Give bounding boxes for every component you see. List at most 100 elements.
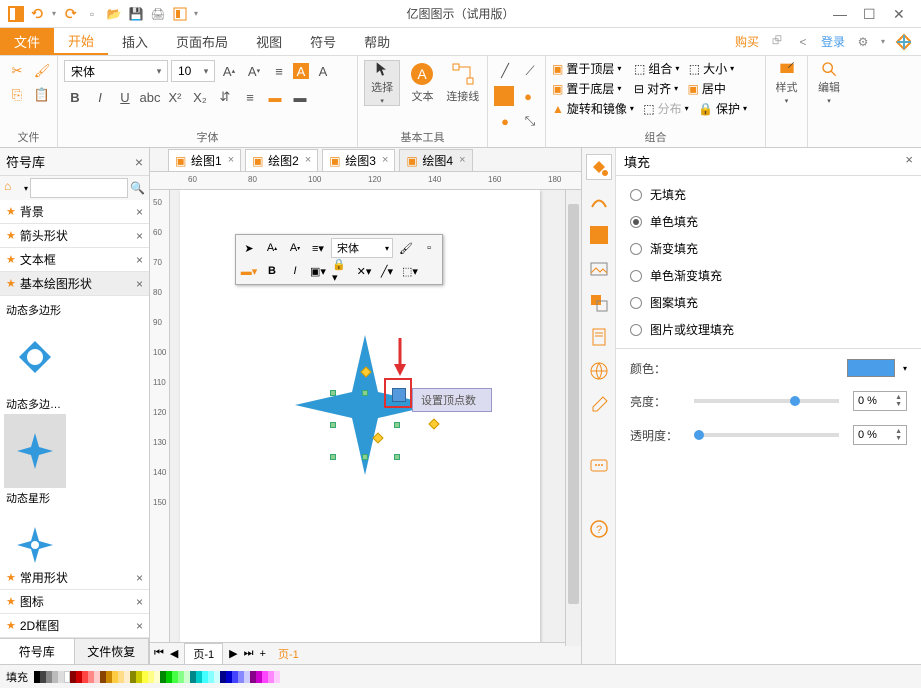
size-icon[interactable]: ⬚ [689, 62, 700, 76]
copy-icon[interactable]: ⎘ [6, 84, 28, 106]
open-icon[interactable]: 📂 [106, 6, 122, 22]
minimize-button[interactable]: — [833, 7, 847, 21]
select-tool[interactable]: 选择▾ [364, 60, 400, 106]
ft-lock-icon[interactable]: 🔒▾ [331, 261, 351, 281]
close-tab-icon[interactable]: × [228, 154, 234, 166]
ft-bg-icon[interactable]: ▫ [419, 238, 439, 258]
panel-close-icon[interactable]: × [135, 154, 143, 170]
doc-tab-1[interactable]: ▣绘图1× [168, 149, 241, 171]
menu-symbol[interactable]: 符号 [296, 28, 350, 55]
print-icon[interactable]: 🖨 [150, 6, 166, 22]
cat-textbox[interactable]: ★文本框× [0, 248, 149, 272]
shape-star4[interactable] [4, 414, 66, 488]
ft-line-icon[interactable]: ╱▾ [377, 261, 397, 281]
menu-view[interactable]: 视图 [242, 28, 296, 55]
ft-font-dropdown[interactable]: 宋体▾ [331, 238, 393, 258]
ellipse-icon[interactable]: ● [517, 85, 539, 107]
edit-button[interactable]: 编辑▾ [814, 60, 844, 106]
search-icon[interactable]: 🔍 [130, 181, 145, 195]
close-tab-icon[interactable]: × [382, 154, 388, 166]
color-palette[interactable] [34, 671, 280, 683]
redo-icon[interactable] [62, 6, 78, 22]
buy-link[interactable]: 购买 [735, 33, 759, 50]
highlight-icon[interactable]: A [293, 63, 309, 79]
cat-background[interactable]: ★背景× [0, 200, 149, 224]
font-color-icon[interactable]: A [312, 60, 334, 82]
bullets-icon[interactable]: ≡ [268, 60, 290, 82]
increase-font-icon[interactable]: A▴ [218, 60, 240, 82]
ft-layer-icon[interactable]: ▣▾ [308, 261, 328, 281]
share-icon[interactable]: ⮺ [769, 34, 785, 50]
line-height-icon[interactable]: ⇵ [214, 86, 236, 108]
center-icon[interactable]: ▣ [687, 82, 698, 96]
handle-n[interactable] [362, 390, 368, 396]
page-tab-1[interactable]: 页-1 [184, 643, 223, 665]
ts-image-icon[interactable] [586, 256, 612, 282]
page-nav-next[interactable]: ▶ [229, 647, 237, 660]
fill-color-icon[interactable]: ▬ [264, 86, 286, 108]
settings-icon[interactable]: ⚙ [855, 34, 871, 50]
format-painter-icon[interactable]: 🖌 [31, 60, 53, 82]
font-family-dropdown[interactable]: 宋体▾ [64, 60, 168, 82]
ts-fill-icon[interactable] [586, 154, 612, 180]
menu-help[interactable]: 帮助 [350, 28, 404, 55]
ts-page-icon[interactable] [586, 324, 612, 350]
ft-font-dec-icon[interactable]: A▾ [285, 238, 305, 258]
ft-bold-icon[interactable]: B [262, 261, 282, 281]
handle-nw[interactable] [330, 390, 336, 396]
radio-solid-fill[interactable]: 单色填充 [630, 213, 907, 230]
smart-tag-icon[interactable] [392, 388, 406, 402]
arc-icon[interactable]: ⟋ [519, 60, 541, 82]
shape-polygon[interactable] [4, 320, 66, 394]
group-icon[interactable]: ⬚ [634, 62, 645, 76]
scrollbar-vertical[interactable] [565, 190, 581, 646]
opacity-spinner[interactable]: 0 %▲▼ [853, 425, 907, 445]
radio-solid-gradient-fill[interactable]: 单色渐变填充 [630, 267, 907, 284]
handle-e[interactable] [394, 422, 400, 428]
page-nav-prev[interactable]: ◀ [170, 647, 178, 660]
bold-icon[interactable]: B [64, 86, 86, 108]
color-picker[interactable] [847, 359, 895, 377]
cloud-icon[interactable]: < [795, 34, 811, 50]
radio-no-fill[interactable]: 无填充 [630, 186, 907, 203]
cut-icon[interactable]: ✂ [6, 60, 28, 82]
undo-icon[interactable] [30, 6, 46, 22]
strikethrough-icon[interactable]: abc [139, 86, 161, 108]
menu-pagelayout[interactable]: 页面布局 [162, 28, 242, 55]
cat-common[interactable]: ★常用形状× [0, 566, 149, 590]
bring-front-icon[interactable]: ▣ [552, 62, 563, 76]
opacity-slider[interactable] [694, 433, 839, 437]
page-nav-first[interactable]: ⏮ [154, 647, 164, 660]
handle-se[interactable] [394, 454, 400, 460]
text-tool[interactable]: A 文本 [404, 60, 440, 106]
radio-gradient-fill[interactable]: 渐变填充 [630, 240, 907, 257]
doc-tab-3[interactable]: ▣绘图3× [322, 149, 395, 171]
ts-help-icon[interactable]: ? [586, 516, 612, 542]
file-menu[interactable]: 文件 [0, 28, 54, 55]
font-size-dropdown[interactable]: 10▾ [171, 60, 215, 82]
align-tool-icon[interactable]: ⊟ [634, 82, 644, 96]
doc-tab-2[interactable]: ▣绘图2× [245, 149, 318, 171]
tab-file-recovery[interactable]: 文件恢复 [75, 639, 150, 664]
fill-panel-close-icon[interactable]: × [905, 152, 913, 171]
maximize-button[interactable]: ☐ [863, 7, 877, 21]
paste-icon[interactable]: 📋 [31, 84, 53, 106]
superscript-icon[interactable]: X² [164, 86, 186, 108]
ts-shadow-icon[interactable] [586, 222, 612, 248]
underline-icon[interactable]: U [114, 86, 136, 108]
login-link[interactable]: 登录 [821, 33, 845, 50]
ft-font-inc-icon[interactable]: A▴ [262, 238, 282, 258]
brightness-spinner[interactable]: 0 %▲▼ [853, 391, 907, 411]
ft-fill-color-icon[interactable]: ▬▾ [239, 261, 259, 281]
ts-globe-icon[interactable] [586, 358, 612, 384]
menu-start[interactable]: 开始 [54, 28, 108, 55]
page-nav-last[interactable]: ⏭ [244, 647, 254, 660]
home-icon[interactable]: ⌂ [4, 179, 22, 197]
subscript-icon[interactable]: X₂ [189, 86, 211, 108]
ft-brush-icon[interactable]: 🖌 [396, 238, 416, 258]
crop-icon[interactable]: ⤡ [519, 110, 541, 132]
distribute-icon[interactable]: ⬚ [643, 102, 654, 116]
cat-2dframe[interactable]: ★2D框图× [0, 614, 149, 638]
handle-s[interactable] [362, 454, 368, 460]
search-input[interactable] [30, 178, 128, 198]
